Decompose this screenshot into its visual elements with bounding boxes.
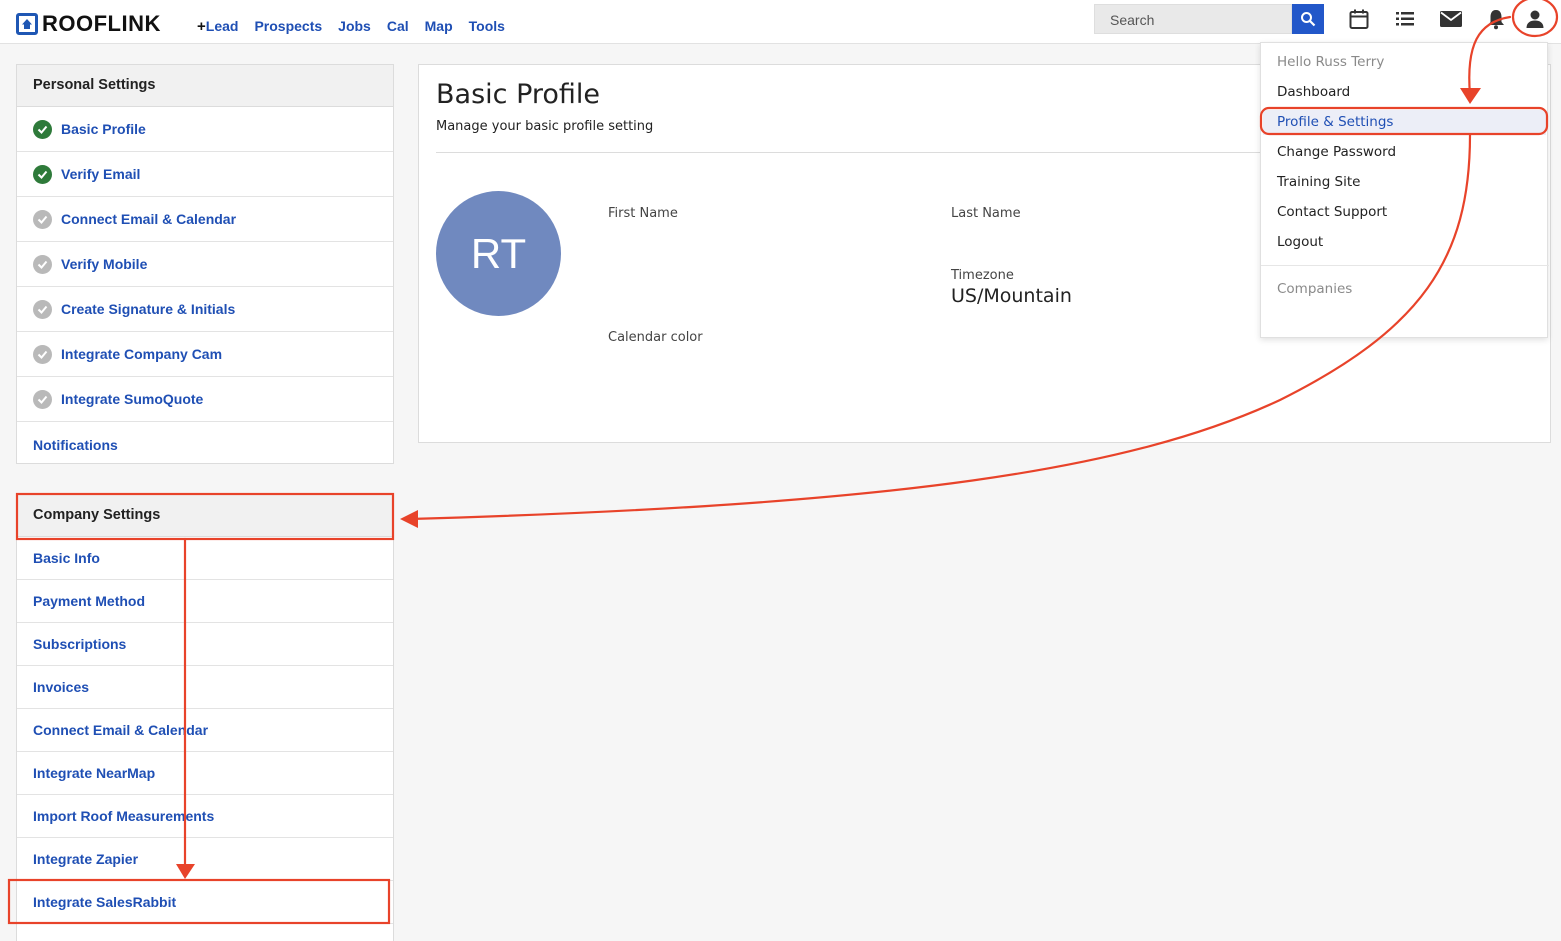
avatar[interactable]: RT [436, 191, 561, 316]
top-bar: ROOFLINK +Lead Prospects Jobs Cal Map To… [0, 0, 1561, 44]
calendar-icon[interactable] [1346, 6, 1372, 32]
menu-companies-header: Companies [1277, 281, 1353, 297]
check-done-icon [33, 164, 52, 184]
last-name-label: Last Name [951, 206, 1021, 221]
nav-jobs[interactable]: Jobs [338, 18, 371, 35]
rooflink-logo[interactable]: ROOFLINK [16, 11, 161, 36]
personal-settings-title: Personal Settings [17, 65, 393, 107]
mail-icon[interactable] [1438, 6, 1464, 32]
company-settings-title: Company Settings [17, 495, 393, 537]
nav-cal[interactable]: Cal [387, 18, 409, 35]
divider [436, 152, 1266, 153]
check-pending-icon [33, 254, 52, 274]
nav-map[interactable]: Map [425, 18, 453, 35]
user-menu-dropdown: Hello Russ Terry Dashboard Profile & Set… [1260, 42, 1549, 338]
nav-add-lead[interactable]: +Lead [197, 18, 238, 35]
search-icon [1301, 12, 1316, 27]
page-title: Basic Profile [436, 79, 601, 110]
company-settings-panel: Company Settings Basic Info Payment Meth… [16, 494, 394, 941]
menu-item-contact-support[interactable]: Contact Support [1277, 204, 1387, 220]
logo-text: ROOFLINK [42, 11, 161, 36]
menu-item-dashboard[interactable]: Dashboard [1277, 84, 1350, 100]
personal-item-notifications[interactable]: Notifications [17, 422, 393, 467]
personal-item-basic-profile[interactable]: Basic Profile [17, 107, 393, 152]
menu-item-logout[interactable]: Logout [1277, 234, 1323, 250]
company-item-integrate-zapier[interactable]: Integrate Zapier [17, 838, 393, 881]
check-done-icon [33, 119, 52, 139]
check-pending-icon [33, 209, 52, 229]
company-item-subscriptions[interactable]: Subscriptions [17, 623, 393, 666]
check-pending-icon [33, 389, 52, 409]
search-button[interactable] [1292, 4, 1324, 34]
page-subtitle: Manage your basic profile setting [436, 119, 654, 134]
main-nav: +Lead Prospects Jobs Cal Map Tools [197, 18, 505, 35]
personal-item-create-signature[interactable]: Create Signature & Initials [17, 287, 393, 332]
bell-icon[interactable] [1483, 6, 1509, 32]
user-icon[interactable] [1522, 6, 1548, 32]
menu-item-change-password[interactable]: Change Password [1277, 144, 1396, 160]
calendar-color-label: Calendar color [608, 330, 703, 345]
timezone-value: US/Mountain [951, 285, 1072, 307]
company-item-integrate-salesrabbit[interactable]: Integrate SalesRabbit [17, 881, 393, 924]
company-item-integrate-nearmap[interactable]: Integrate NearMap [17, 752, 393, 795]
company-item-connect-email-calendar[interactable]: Connect Email & Calendar [17, 709, 393, 752]
first-name-label: First Name [608, 206, 678, 221]
user-greeting: Hello Russ Terry [1277, 54, 1385, 70]
company-item-import-roof-measurements[interactable]: Import Roof Measurements [17, 795, 393, 838]
menu-divider [1261, 265, 1549, 266]
list-icon[interactable] [1392, 6, 1418, 32]
company-item-payment-method[interactable]: Payment Method [17, 580, 393, 623]
check-pending-icon [33, 299, 52, 319]
timezone-label: Timezone [951, 268, 1014, 283]
menu-item-profile-settings[interactable]: Profile & Settings [1277, 114, 1393, 130]
search-input[interactable]: Search [1094, 4, 1292, 34]
check-pending-icon [33, 344, 52, 364]
logo-house-icon [16, 13, 38, 35]
company-item-basic-info[interactable]: Basic Info [17, 537, 393, 580]
personal-item-verify-email[interactable]: Verify Email [17, 152, 393, 197]
nav-prospects[interactable]: Prospects [254, 18, 322, 35]
personal-item-verify-mobile[interactable]: Verify Mobile [17, 242, 393, 287]
personal-item-integrate-company-cam[interactable]: Integrate Company Cam [17, 332, 393, 377]
nav-tools[interactable]: Tools [469, 18, 505, 35]
personal-settings-panel: Personal Settings Basic Profile Verify E… [16, 64, 394, 464]
annotation-arrowhead-company [400, 510, 418, 528]
personal-item-connect-email-calendar[interactable]: Connect Email & Calendar [17, 197, 393, 242]
personal-item-integrate-sumoquote[interactable]: Integrate SumoQuote [17, 377, 393, 422]
company-item-invoices[interactable]: Invoices [17, 666, 393, 709]
menu-item-training-site[interactable]: Training Site [1277, 174, 1360, 190]
